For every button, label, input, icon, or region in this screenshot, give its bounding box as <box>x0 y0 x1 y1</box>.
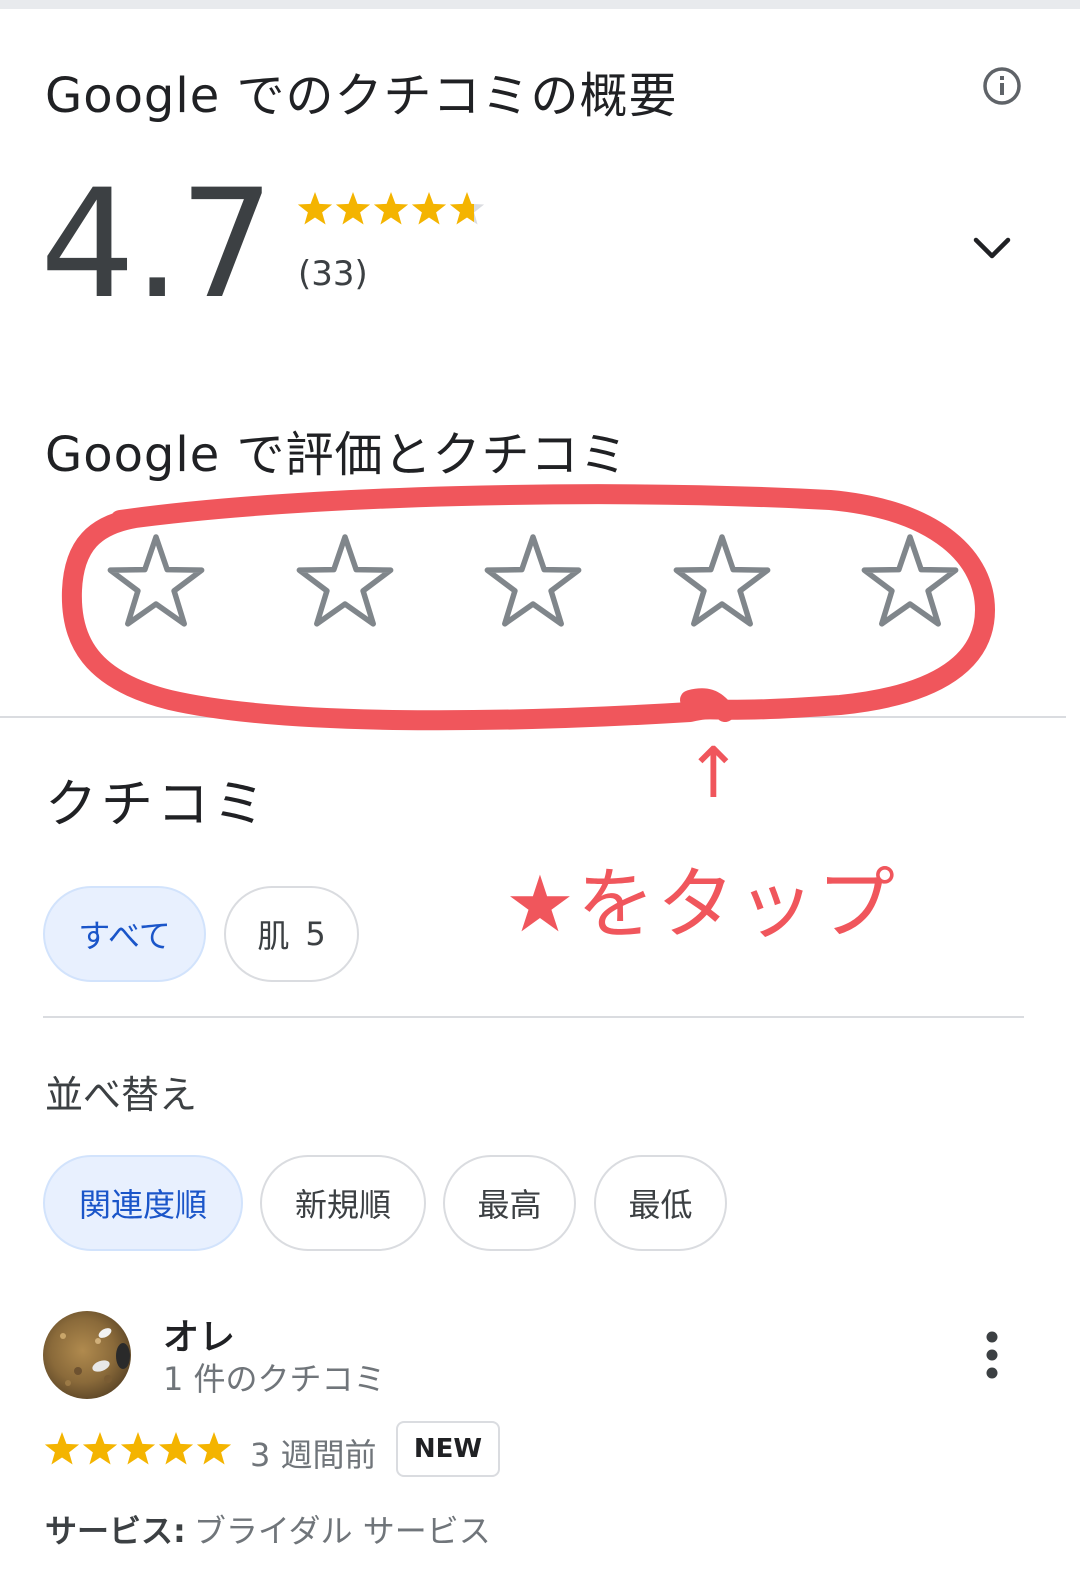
star-icon <box>411 192 447 225</box>
filter-chip-label: 肌 <box>257 917 290 955</box>
chevron-down-icon[interactable] <box>968 228 1016 268</box>
star-icon <box>297 192 333 225</box>
rate-star-3-icon[interactable] <box>481 530 585 634</box>
sort-chip-highest[interactable]: 最高 <box>443 1155 576 1251</box>
sort-chip-label: 関連度順 <box>78 1186 207 1224</box>
filter-chip-count: 5 <box>305 915 326 953</box>
service-value: ブライダル サービス <box>193 1512 491 1550</box>
sort-chip-label: 新規順 <box>294 1186 391 1224</box>
average-rating-stars <box>297 192 485 225</box>
reviews-summary-title: Google でのクチコミの概要 <box>45 68 678 124</box>
reviewer-name[interactable]: オレ <box>163 1308 235 1360</box>
sort-chip-relevance[interactable]: 関連度順 <box>43 1155 243 1251</box>
avatar[interactable] <box>43 1311 131 1399</box>
filter-chip-label: すべて <box>78 917 171 955</box>
rate-star-5-icon[interactable] <box>858 530 962 634</box>
star-icon <box>335 192 371 225</box>
review-time: 3 週間前 <box>250 1436 377 1474</box>
sort-chip-label: 最高 <box>477 1186 542 1224</box>
review-count: (33) <box>298 254 368 294</box>
annotation-arrow: ↑ <box>684 732 743 814</box>
sort-chip-newest[interactable]: 新規順 <box>260 1155 426 1251</box>
rate-star-1-icon[interactable] <box>104 530 208 634</box>
rate-star-4-icon[interactable] <box>670 530 774 634</box>
average-rating: 4.7 <box>40 158 275 332</box>
star-icon <box>196 1432 232 1465</box>
sort-label: 並べ替え <box>45 1073 198 1117</box>
star-icon <box>373 192 409 225</box>
section-divider <box>0 716 1066 718</box>
filter-chip-all[interactable]: すべて <box>43 886 206 982</box>
star-icon <box>449 192 485 225</box>
service-key: サービス: <box>45 1512 186 1550</box>
info-icon[interactable] <box>980 64 1024 108</box>
star-icon <box>120 1432 156 1465</box>
reviewer-review-count: 1 件のクチコミ <box>163 1360 386 1398</box>
sort-chip-label: 最低 <box>628 1186 693 1224</box>
review-rating-stars <box>44 1432 232 1465</box>
filter-divider <box>43 1016 1024 1018</box>
more-vert-icon[interactable] <box>978 1330 1006 1380</box>
star-icon <box>158 1432 194 1465</box>
sort-chip-lowest[interactable]: 最低 <box>594 1155 727 1251</box>
star-icon <box>44 1432 80 1465</box>
rate-star-2-icon[interactable] <box>293 530 397 634</box>
service-line: サービス: ブライダル サービス <box>45 1506 491 1552</box>
star-icon <box>82 1432 118 1465</box>
reviews-heading: クチコミ <box>45 775 270 835</box>
filter-chip-skin[interactable]: 肌 5 <box>224 886 359 982</box>
top-edge-bar <box>0 0 1080 9</box>
rate-and-review-title: Google で評価とクチコミ <box>45 427 629 483</box>
new-badge: NEW <box>396 1421 500 1477</box>
annotation-text: ★をタップ <box>505 860 897 950</box>
